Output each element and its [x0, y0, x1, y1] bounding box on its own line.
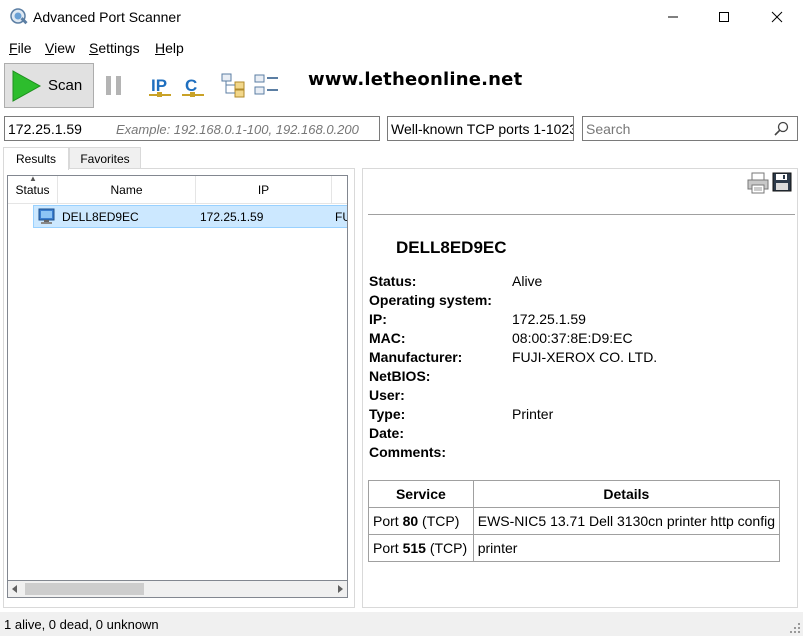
label-netbios: NetBIOS: [369, 368, 431, 384]
title-bar: Advanced Port Scanner [0, 0, 803, 34]
value-type: Printer [512, 406, 554, 422]
menu-settings[interactable]: Settings [89, 40, 140, 56]
ip-range-value: 172.25.1.59 [8, 121, 82, 137]
list-header: ▲ Status Name IP [8, 176, 347, 204]
value-ip: 172.25.1.59 [512, 311, 586, 327]
label-type: Type: [369, 406, 406, 422]
ports-field[interactable]: Well-known TCP ports 1-1023 [387, 116, 574, 141]
watermark-url: www.letheonline.net [308, 69, 523, 90]
column-manufacturer[interactable] [332, 176, 347, 204]
table-row[interactable]: DELL8ED9EC 172.25.1.59 FU [33, 205, 347, 228]
close-button[interactable] [754, 0, 800, 34]
computer-icon [38, 208, 55, 224]
label-user: User: [369, 387, 405, 403]
pause-icon [106, 76, 121, 95]
collapse-all-icon[interactable] [254, 72, 280, 98]
status-bar: 1 alive, 0 dead, 0 unknown [0, 612, 803, 636]
details-host-name: DELL8ED9EC [396, 238, 507, 257]
pause-button[interactable] [104, 74, 124, 101]
value-mac: 08:00:37:8E:D9:EC [512, 330, 633, 346]
service-row[interactable]: Port 80 (TCP) EWS-NIC5 13.71 Dell 3130cn… [368, 507, 781, 535]
row-manufacturer: FU [335, 210, 347, 224]
details-cell[interactable]: EWS-NIC5 13.71 Dell 3130cn printer http … [472, 507, 781, 535]
menu-file[interactable]: File [9, 40, 32, 56]
toolbar: Scan IP C www.letheonline.net [0, 60, 803, 114]
services-header-row: Service Details [368, 480, 781, 508]
status-text: 1 alive, 0 dead, 0 unknown [4, 617, 159, 632]
scan-label: Scan [48, 77, 83, 94]
scroll-right-icon[interactable] [336, 585, 344, 593]
c-class-scan-icon[interactable]: C [180, 72, 206, 98]
column-ip[interactable]: IP [196, 176, 332, 204]
menu-bar: File View Settings Help [0, 37, 803, 59]
window-title: Advanced Port Scanner [33, 9, 181, 25]
scroll-left-icon[interactable] [11, 585, 19, 593]
header-service: Service [368, 480, 474, 508]
details-divider [368, 214, 795, 215]
horizontal-scrollbar[interactable] [7, 581, 348, 598]
maximize-button[interactable] [701, 0, 747, 34]
print-icon[interactable] [747, 172, 769, 197]
results-list[interactable]: ▲ Status Name IP DELL8ED9EC 172.25.1.59 … [7, 175, 348, 581]
label-ip: IP: [369, 311, 387, 327]
play-icon [12, 69, 42, 102]
service-row[interactable]: Port 515 (TCP) printer [368, 534, 781, 562]
label-manufacturer: Manufacturer: [369, 349, 463, 365]
ports-value: Well-known TCP ports 1-1023 [391, 121, 574, 137]
tab-results[interactable]: Results [3, 147, 69, 170]
details-cell[interactable]: printer [472, 534, 781, 562]
label-status: Status: [369, 273, 417, 289]
search-box[interactable] [582, 116, 798, 141]
value-manufacturer: FUJI-XEROX CO. LTD. [512, 349, 658, 365]
services-table: Service Details Port 80 (TCP) EWS-NIC5 1… [368, 480, 781, 562]
label-mac: MAC: [369, 330, 406, 346]
search-icon[interactable] [773, 121, 789, 137]
minimize-button[interactable] [650, 0, 696, 34]
ip-range-hint: Example: 192.168.0.1-100, 192.168.0.200 [116, 122, 359, 137]
row-name: DELL8ED9EC [62, 210, 139, 224]
ip-scan-icon[interactable]: IP [147, 72, 173, 98]
tab-favorites[interactable]: Favorites [69, 147, 141, 169]
scrollbar-thumb[interactable] [25, 583, 144, 595]
service-cell[interactable]: Port 515 (TCP) [368, 534, 474, 562]
menu-view[interactable]: View [45, 40, 75, 56]
service-cell[interactable]: Port 80 (TCP) [368, 507, 474, 535]
save-icon[interactable] [772, 172, 792, 195]
scan-button[interactable]: Scan [4, 63, 94, 108]
app-icon [9, 7, 29, 27]
ip-range-input[interactable]: 172.25.1.59 Example: 192.168.0.1-100, 19… [4, 116, 380, 141]
value-status: Alive [512, 273, 543, 289]
sort-up-icon: ▲ [29, 175, 37, 183]
label-comments: Comments: [369, 444, 447, 460]
resize-grip-icon[interactable] [789, 622, 801, 634]
label-date: Date: [369, 425, 405, 441]
column-name[interactable]: Name [58, 176, 196, 204]
header-details: Details [472, 480, 781, 508]
expand-all-icon[interactable] [221, 72, 247, 98]
label-os: Operating system: [369, 292, 492, 308]
menu-help[interactable]: Help [155, 40, 184, 56]
search-input[interactable] [586, 120, 766, 138]
column-status[interactable]: ▲ Status [8, 176, 58, 204]
row-ip: 172.25.1.59 [200, 210, 264, 224]
